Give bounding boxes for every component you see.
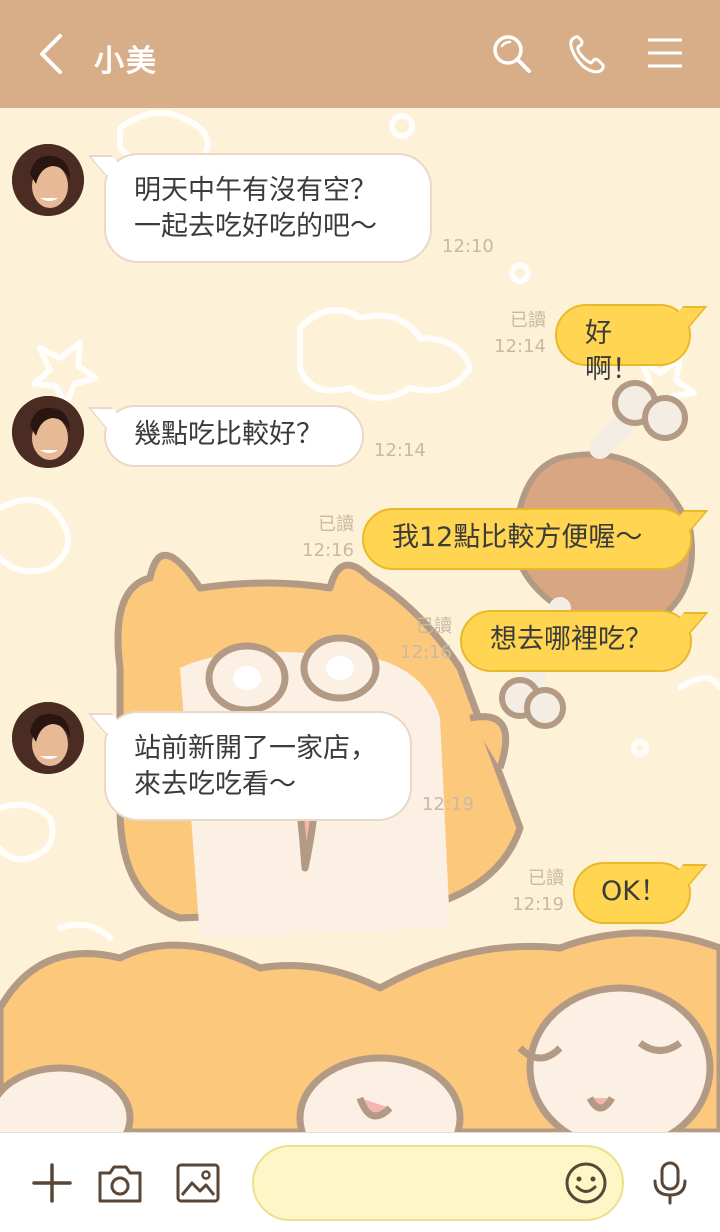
search-button[interactable] — [488, 30, 536, 78]
camera-button[interactable] — [96, 1159, 144, 1207]
contact-photo — [12, 396, 84, 468]
message-time: 12:19 — [512, 894, 564, 915]
message-time: 12:10 — [442, 236, 494, 257]
read-receipt: 已讀 12:16 — [392, 614, 452, 666]
message-bubble-incoming[interactable]: 幾點吃比較好？ — [104, 405, 364, 467]
contact-avatar[interactable] — [12, 396, 84, 468]
contact-photo — [12, 144, 84, 216]
plus-icon — [32, 1163, 72, 1203]
message-time: 12:16 — [302, 540, 354, 561]
message-bubble-incoming[interactable]: 明天中午有沒有空？ 一起去吃好吃的吧～ — [104, 153, 432, 263]
message-time: 12:16 — [400, 642, 452, 663]
read-receipt: 已讀 12:19 — [504, 866, 564, 918]
search-icon — [493, 35, 531, 73]
gallery-button[interactable] — [174, 1159, 222, 1207]
message-time: 12:14 — [494, 336, 546, 357]
input-bar — [0, 1132, 720, 1232]
read-receipt: 已讀 12:16 — [294, 512, 354, 564]
message-time: 12:14 — [374, 440, 426, 461]
read-receipt: 已讀 12:14 — [486, 308, 546, 360]
add-button[interactable] — [28, 1159, 76, 1207]
message-bubble-outgoing[interactable]: 想去哪裡吃？ — [460, 610, 692, 672]
menu-button[interactable] — [642, 30, 690, 78]
call-button[interactable] — [564, 30, 612, 78]
image-icon — [176, 1163, 220, 1203]
chevron-left-icon — [40, 34, 62, 74]
read-status: 已讀 — [510, 310, 546, 331]
read-status: 已讀 — [416, 616, 452, 637]
menu-icon — [648, 38, 682, 68]
message-bubble-outgoing[interactable]: OK！ — [573, 862, 691, 924]
message-bubble-outgoing[interactable]: 好啊！ — [555, 304, 691, 385]
read-status: 已讀 — [318, 514, 354, 535]
microphone-icon — [653, 1161, 687, 1205]
message-time: 12:19 — [422, 794, 474, 815]
voice-button[interactable] — [646, 1159, 694, 1207]
back-button[interactable] — [30, 28, 74, 80]
message-bubble-outgoing[interactable]: 我12點比較方便喔～ — [362, 508, 692, 570]
read-status: 已讀 — [528, 868, 564, 889]
emoji-button[interactable] — [562, 1159, 610, 1207]
message-list: 明天中午有沒有空？ 一起去吃好吃的吧～ 12:10 已讀 12:14 好啊！ 幾… — [0, 108, 720, 1132]
chat-header: 小美 — [0, 0, 720, 108]
contact-photo — [12, 702, 84, 774]
contact-avatar[interactable] — [12, 144, 84, 216]
contact-name: 小美 — [94, 44, 158, 79]
contact-avatar[interactable] — [12, 702, 84, 774]
camera-icon — [98, 1165, 142, 1203]
message-bubble-incoming[interactable]: 站前新開了一家店， 來去吃吃看～ — [104, 711, 412, 821]
smiley-icon — [565, 1162, 607, 1204]
phone-icon — [569, 35, 605, 74]
